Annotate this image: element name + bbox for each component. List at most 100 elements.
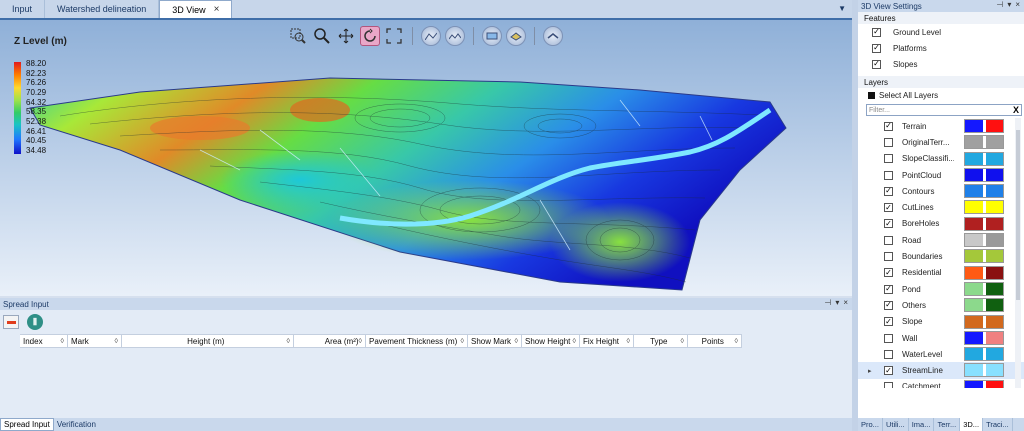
layer-checkbox[interactable] (884, 235, 893, 245)
swatch-primary[interactable] (965, 348, 983, 361)
layer-color-swatch[interactable] (964, 281, 1004, 296)
right-tab-3[interactable]: Terr... (934, 418, 961, 431)
select-all-checkbox[interactable] (868, 91, 875, 99)
pin-icon[interactable]: ⊣ (824, 298, 831, 307)
right-tab-0[interactable]: Pro... (858, 418, 883, 431)
right-tab-2[interactable]: Ima... (909, 418, 935, 431)
layer-checkbox[interactable]: ✓ (884, 219, 893, 229)
close-icon[interactable]: × (843, 298, 848, 307)
layer-row-terrain[interactable]: ✓ Terrain (858, 118, 1024, 134)
layer-checkbox[interactable] (884, 382, 893, 388)
layer-color-swatch[interactable] (964, 330, 1004, 345)
layer-color-swatch[interactable] (964, 119, 1004, 133)
chevron-down-icon[interactable]: ▾ (1007, 0, 1011, 9)
layer-checkbox[interactable] (884, 137, 893, 147)
layer-checkbox[interactable]: ✓ (884, 300, 893, 310)
view-side-icon[interactable] (445, 26, 465, 46)
layer-row-boreholes[interactable]: ✓ BoreHoles (858, 216, 1024, 232)
swatch-secondary[interactable] (986, 299, 1003, 312)
swatch-primary[interactable] (965, 266, 983, 279)
layer-row-wall[interactable]: Wall (858, 330, 1024, 346)
column-header-pavement-thickness[interactable]: Pavement Thickness (m) ◊ (366, 334, 468, 348)
swatch-primary[interactable] (965, 250, 983, 263)
swatch-secondary[interactable] (986, 168, 1003, 181)
feature-platforms[interactable]: ✓ Platforms (858, 40, 1024, 56)
fit-extents-icon[interactable] (384, 26, 404, 46)
layer-scrollbar[interactable] (1015, 118, 1021, 388)
terrain-surface[interactable] (0, 20, 852, 296)
layer-row-slope[interactable]: ✓ Slope (858, 314, 1024, 330)
layer-checkbox[interactable] (884, 154, 893, 164)
layer-color-swatch[interactable] (964, 233, 1004, 248)
column-header-type[interactable]: Type ◊ (634, 334, 688, 348)
layer-filter-input[interactable]: Filter... X (866, 104, 1022, 116)
layer-row-originalterr-[interactable]: OriginalTerr... (858, 134, 1024, 150)
view-front-icon[interactable] (421, 26, 441, 46)
tab-watershed-delineation[interactable]: Watershed delineation (45, 0, 160, 18)
layer-row-streamline[interactable]: ▸ ✓ StreamLine (858, 362, 1024, 379)
swatch-secondary[interactable] (986, 136, 1003, 149)
zoom-icon[interactable] (312, 26, 332, 46)
tab-3d-view[interactable]: 3D View × (159, 0, 233, 18)
layer-color-swatch[interactable] (964, 265, 1004, 280)
scrollbar-thumb[interactable] (1016, 130, 1020, 300)
swatch-secondary[interactable] (986, 282, 1003, 295)
layer-checkbox[interactable] (884, 252, 893, 262)
3d-viewport[interactable]: Z Level (m) 88.20 82.23 76.26 70.29 64.3… (0, 20, 852, 296)
layer-checkbox[interactable]: ✓ (884, 317, 893, 327)
checkbox[interactable]: ✓ (872, 43, 881, 53)
swatch-secondary[interactable] (986, 185, 1003, 198)
swatch-secondary[interactable] (986, 250, 1003, 263)
layer-color-swatch[interactable] (964, 379, 1004, 388)
column-header-fix-height[interactable]: Fix Height ◊ (580, 334, 634, 348)
chevron-down-icon[interactable]: ▼ (838, 4, 846, 13)
close-icon[interactable]: × (214, 4, 220, 15)
chevron-down-icon[interactable]: ▾ (835, 298, 839, 307)
swatch-primary[interactable] (965, 315, 983, 328)
column-header-index[interactable]: Index ◊ (20, 334, 68, 348)
checkbox[interactable]: ✓ (872, 27, 881, 37)
swatch-primary[interactable] (965, 380, 983, 388)
layer-color-swatch[interactable] (964, 216, 1004, 231)
pin-icon[interactable]: ⊣ (996, 0, 1003, 9)
layer-row-contours[interactable]: ✓ Contours (858, 183, 1024, 199)
swatch-primary[interactable] (965, 120, 983, 132)
tab-verification[interactable]: Verification (54, 418, 99, 431)
column-header-mark[interactable]: Mark ◊ (68, 334, 122, 348)
layer-row-pond[interactable]: ✓ Pond (858, 281, 1024, 297)
swatch-secondary[interactable] (986, 315, 1003, 328)
layer-row-road[interactable]: Road (858, 232, 1024, 248)
layer-color-swatch[interactable] (964, 200, 1004, 215)
layer-color-swatch[interactable] (964, 314, 1004, 329)
tab-spread-input[interactable]: Spread Input (0, 418, 54, 431)
layer-checkbox[interactable]: ✓ (884, 366, 893, 376)
rotate-icon[interactable] (360, 26, 380, 46)
layer-color-swatch[interactable] (964, 363, 1004, 378)
checkbox[interactable]: ✓ (872, 59, 881, 69)
zoom-window-icon[interactable] (288, 26, 308, 46)
column-header-show-mark[interactable]: Show Mark ◊ (468, 334, 522, 348)
layer-row-residential[interactable]: ✓ Residential (858, 265, 1024, 281)
swatch-primary[interactable] (965, 331, 983, 344)
close-icon[interactable]: × (1015, 0, 1020, 9)
swatch-primary[interactable] (965, 364, 983, 377)
swatch-primary[interactable] (965, 282, 983, 295)
settings-view-icon[interactable] (543, 26, 563, 46)
layer-row-boundaries[interactable]: Boundaries (858, 248, 1024, 264)
swatch-primary[interactable] (965, 201, 983, 214)
swatch-secondary[interactable] (986, 364, 1003, 377)
feature-ground-level[interactable]: ✓ Ground Level (858, 24, 1024, 40)
right-tab-4[interactable]: 3D... (960, 418, 984, 431)
swatch-primary[interactable] (965, 299, 983, 312)
column-header-height[interactable]: Height (m) ◊ (122, 334, 294, 348)
swatch-secondary[interactable] (986, 348, 1003, 361)
column-header-points[interactable]: Points ◊ (688, 334, 742, 348)
column-header-area[interactable]: Area (m²) ◊ (294, 334, 366, 348)
swatch-secondary[interactable] (986, 201, 1003, 214)
swatch-secondary[interactable] (986, 152, 1003, 165)
swatch-secondary[interactable] (986, 234, 1003, 247)
view-iso-icon[interactable] (506, 26, 526, 46)
swatch-primary[interactable] (965, 136, 983, 149)
layer-checkbox[interactable]: ✓ (884, 186, 893, 196)
select-all-layers[interactable]: Select All Layers (858, 88, 1024, 102)
